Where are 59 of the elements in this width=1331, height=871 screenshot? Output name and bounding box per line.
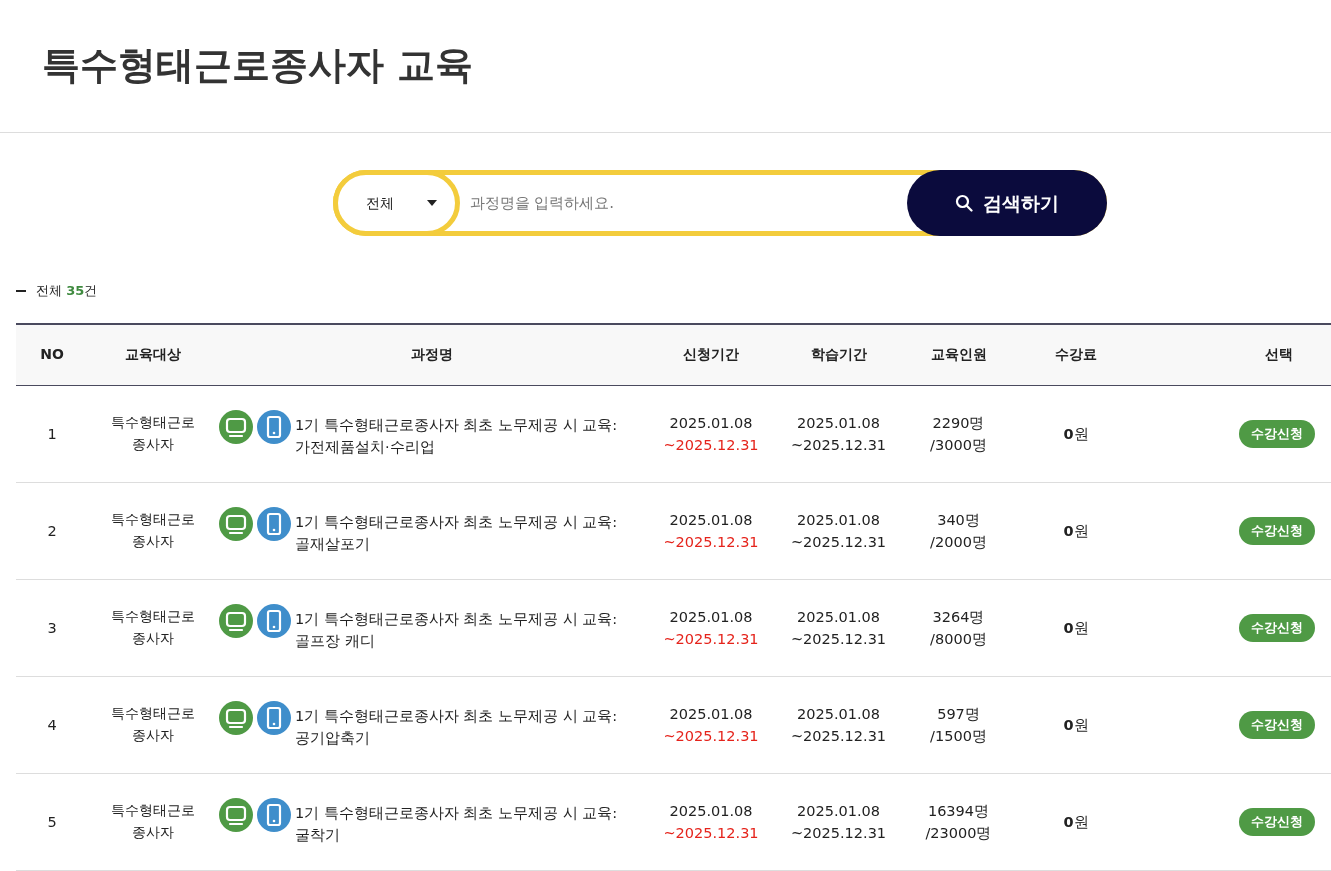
column-header: 교육인원 (901, 323, 1016, 386)
target-text: 특수형태근로종사자 (110, 704, 196, 745)
column-header: 선택 (1136, 323, 1331, 386)
column-header: 과정명 (218, 323, 646, 386)
row-number: 3 (47, 619, 57, 636)
smartphone-icon (257, 506, 291, 541)
target-text: 특수형태근로종사자 (110, 607, 196, 648)
course-fee: 0원 (1063, 522, 1089, 539)
course-title[interactable]: 1기 특수형태근로종사자 최초 노무제공 시 교육: 굴착기 (295, 797, 626, 847)
course-fee: 0원 (1063, 716, 1089, 733)
study-period: 2025.01.08 ~2025.12.31 (790, 802, 887, 841)
search-button[interactable]: 검색하기 (906, 170, 1107, 236)
application-period: 2025.01.08 ~2025.12.31 (663, 511, 759, 550)
smartphone-icon (257, 797, 291, 832)
column-header: 수강료 (1016, 323, 1136, 386)
row-number: 1 (47, 425, 57, 442)
smartphone-icon (257, 700, 291, 735)
enrollment-count: 16394명 /23000명 (925, 802, 992, 841)
target-text: 특수형태근로종사자 (110, 413, 196, 454)
enrollment-count: 2290명 /3000명 (930, 414, 987, 453)
column-header: 교육대상 (88, 323, 218, 386)
course-fee: 0원 (1063, 425, 1089, 442)
application-period: 2025.01.08 ~2025.12.31 (663, 705, 759, 744)
category-dropdown[interactable]: 전체 (332, 170, 460, 236)
target-text: 특수형태근로종사자 (110, 510, 196, 551)
study-period: 2025.01.08 ~2025.12.31 (790, 511, 887, 550)
application-period: 2025.01.08 ~2025.12.31 (663, 608, 759, 647)
enrollment-count: 3264명 /8000명 (930, 608, 987, 647)
column-header: NO (16, 323, 88, 386)
course-fee: 0원 (1063, 813, 1089, 830)
study-period: 2025.01.08 ~2025.12.31 (790, 608, 887, 647)
enrollment-count: 597명 /1500명 (930, 705, 987, 744)
target-text: 특수형태근로종사자 (110, 801, 196, 842)
monitor-icon (219, 409, 253, 444)
course-fee: 0원 (1063, 619, 1089, 636)
course-title[interactable]: 1기 특수형태근로종사자 최초 노무제공 시 교육: 골프장 캐디 (295, 603, 626, 653)
page-title: 특수형태근로종사자 교육 (42, 43, 474, 89)
course-title[interactable]: 1기 특수형태근로종사자 최초 노무제공 시 교육: 가전제품설치·수리업 (295, 409, 626, 459)
study-period: 2025.01.08 ~2025.12.31 (790, 414, 887, 453)
caret-icon (426, 200, 437, 206)
smartphone-icon (257, 409, 291, 444)
total-count: 전체 35건 (36, 282, 98, 300)
course-title[interactable]: 1기 특수형태근로종사자 최초 노무제공 시 교육: 골재살포기 (295, 506, 626, 556)
row-number: 5 (47, 813, 57, 830)
monitor-icon (219, 797, 253, 832)
search-icon (954, 194, 973, 212)
smartphone-icon (257, 603, 291, 638)
column-header: 신청기간 (646, 323, 776, 386)
column-header: 학습기간 (776, 323, 901, 386)
application-period: 2025.01.08 ~2025.12.31 (663, 414, 759, 453)
monitor-icon (219, 603, 253, 638)
study-period: 2025.01.08 ~2025.12.31 (790, 705, 887, 744)
monitor-icon (219, 700, 253, 735)
application-period: 2025.01.08 ~2025.12.31 (663, 802, 759, 841)
enrollment-count: 340명 /2000명 (930, 511, 987, 550)
row-number: 4 (47, 716, 57, 733)
row-number: 2 (47, 522, 57, 539)
course-title[interactable]: 1기 특수형태근로종사자 최초 노무제공 시 교육: 공기압축기 (295, 700, 626, 750)
monitor-icon (219, 506, 253, 541)
